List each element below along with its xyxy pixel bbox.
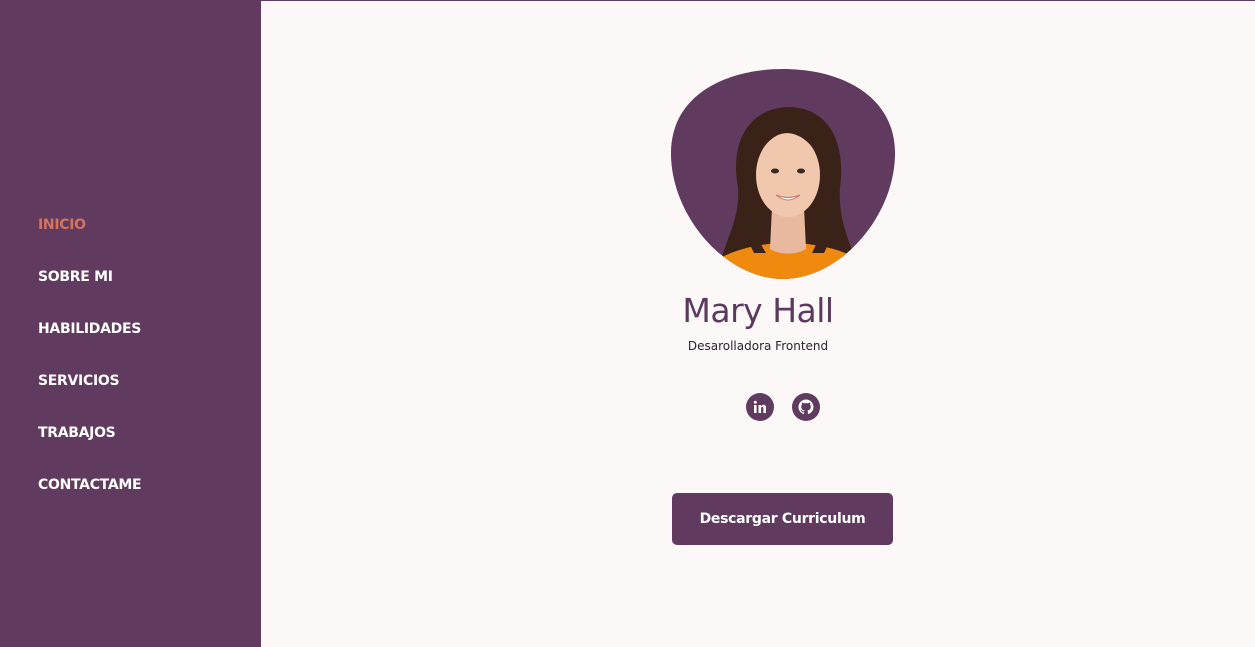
nav-item-inicio[interactable]: INICIO — [38, 216, 141, 268]
nav-item-habilidades[interactable]: HABILIDADES — [38, 320, 141, 372]
profile-role: Desarolladora Frontend — [687, 339, 829, 353]
nav-item-sobre-mi[interactable]: SOBRE MI — [38, 268, 141, 320]
sidebar-nav: INICIO SOBRE MI HABILIDADES SERVICIOS TR… — [38, 216, 142, 528]
linkedin-icon — [753, 400, 766, 413]
sidebar: INICIO SOBRE MI HABILIDADES SERVICIOS TR… — [0, 0, 261, 647]
nav-item-contactame[interactable]: CONTACTAME — [38, 476, 142, 528]
github-link[interactable] — [792, 393, 820, 421]
nav-item-trabajos[interactable]: TRABAJOS — [38, 424, 141, 476]
github-icon — [798, 399, 814, 415]
profile-name: Mary Hall — [682, 291, 834, 330]
linkedin-link[interactable] — [746, 393, 774, 421]
download-cv-button[interactable]: Descargar Curriculum — [672, 493, 893, 545]
main-content: Mary Hall Desarolladora Frontend Descarg… — [261, 1, 1255, 647]
nav-item-servicios[interactable]: SERVICIOS — [38, 372, 141, 424]
avatar — [670, 67, 896, 279]
profile-photo — [670, 69, 896, 279]
